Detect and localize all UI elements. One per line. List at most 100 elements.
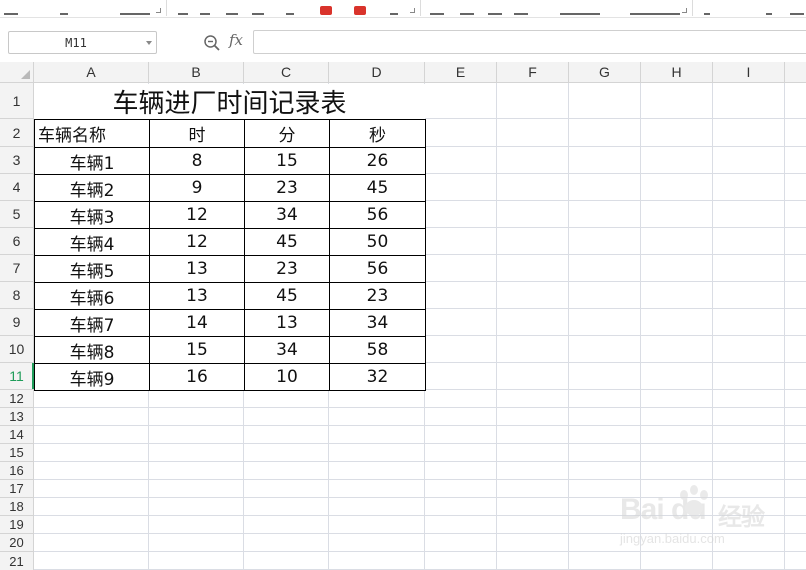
cell-second[interactable]: 32 <box>329 363 426 391</box>
header-cell-minute[interactable]: 分 <box>244 119 330 148</box>
row-header[interactable]: 6 <box>0 228 34 255</box>
row-header[interactable]: 4 <box>0 174 34 201</box>
row-header[interactable]: 15 <box>0 444 34 462</box>
formula-input[interactable] <box>253 30 806 54</box>
ribbon-control[interactable] <box>430 13 444 15</box>
row-header[interactable]: 9 <box>0 309 34 336</box>
select-all-corner[interactable] <box>0 62 34 83</box>
row-header[interactable]: 12 <box>0 390 34 408</box>
row-header[interactable]: 20 <box>0 534 34 552</box>
cell-hour[interactable]: 8 <box>149 147 245 175</box>
cell-minute[interactable]: 13 <box>244 309 330 337</box>
header-cell-second[interactable]: 秒 <box>329 119 426 148</box>
ribbon-control[interactable] <box>514 13 528 15</box>
ribbon-control[interactable] <box>460 13 474 15</box>
cell-second[interactable]: 23 <box>329 282 426 310</box>
ribbon-group-launcher-icon[interactable] <box>682 8 687 13</box>
ribbon-control[interactable] <box>200 13 210 15</box>
cell-hour[interactable]: 14 <box>149 309 245 337</box>
row-header[interactable]: 3 <box>0 147 34 174</box>
row-header[interactable]: 19 <box>0 516 34 534</box>
column-header-g[interactable]: G <box>569 62 641 83</box>
cell-minute[interactable]: 23 <box>244 174 330 202</box>
cell-second[interactable]: 58 <box>329 336 426 364</box>
column-header-i[interactable]: I <box>713 62 785 83</box>
column-header-a[interactable]: A <box>34 62 149 83</box>
row-header[interactable]: 7 <box>0 255 34 282</box>
cell-second[interactable]: 34 <box>329 309 426 337</box>
ribbon-control[interactable] <box>60 13 68 15</box>
fill-color-icon[interactable] <box>354 6 366 15</box>
cell-vehicle-name[interactable]: 车辆2 <box>34 174 150 202</box>
ribbon-control[interactable] <box>226 13 238 15</box>
row-header[interactable]: 16 <box>0 462 34 480</box>
cell-second[interactable]: 26 <box>329 147 426 175</box>
cell-hour[interactable]: 15 <box>149 336 245 364</box>
column-header-f[interactable]: F <box>497 62 569 83</box>
ribbon-control[interactable] <box>488 13 502 15</box>
cell-vehicle-name[interactable]: 车辆5 <box>34 255 150 283</box>
ribbon-group-launcher-icon[interactable] <box>410 8 415 13</box>
cell-hour[interactable]: 12 <box>149 201 245 229</box>
ribbon-control[interactable] <box>390 13 398 15</box>
cell-vehicle-name[interactable]: 车辆3 <box>34 201 150 229</box>
cell-minute[interactable]: 45 <box>244 282 330 310</box>
row-header[interactable]: 1 <box>0 83 34 119</box>
cell-hour[interactable]: 9 <box>149 174 245 202</box>
row-header[interactable]: 2 <box>0 119 34 147</box>
cell-second[interactable]: 56 <box>329 255 426 283</box>
cell-minute[interactable]: 34 <box>244 336 330 364</box>
sheet-title-cell[interactable]: 车辆进厂时间记录表 <box>34 84 425 119</box>
cell-minute[interactable]: 10 <box>244 363 330 391</box>
zoom-icon[interactable] <box>203 34 221 52</box>
ribbon-control[interactable] <box>790 13 804 15</box>
cell-hour[interactable]: 16 <box>149 363 245 391</box>
row-header-active[interactable]: 11 <box>0 363 34 390</box>
chevron-down-icon[interactable] <box>146 41 152 45</box>
ribbon-control[interactable] <box>252 13 264 15</box>
fx-icon[interactable]: fx <box>229 31 243 49</box>
font-color-icon[interactable] <box>320 6 332 15</box>
header-cell-vehicle-name[interactable]: 车辆名称 <box>34 119 150 148</box>
cell-second[interactable]: 56 <box>329 201 426 229</box>
cell-second[interactable]: 50 <box>329 228 426 256</box>
column-header-e[interactable]: E <box>425 62 497 83</box>
cell-vehicle-name[interactable]: 车辆1 <box>34 147 150 175</box>
header-cell-hour[interactable]: 时 <box>149 119 245 148</box>
ribbon-control[interactable] <box>560 13 600 15</box>
column-header-b[interactable]: B <box>149 62 244 83</box>
cell-minute[interactable]: 34 <box>244 201 330 229</box>
cell-minute[interactable]: 45 <box>244 228 330 256</box>
ribbon-control[interactable] <box>178 13 188 15</box>
ribbon-control[interactable] <box>704 13 710 15</box>
row-header[interactable]: 14 <box>0 426 34 444</box>
cell-vehicle-name[interactable]: 车辆9 <box>34 363 150 391</box>
row-header[interactable]: 17 <box>0 480 34 498</box>
row-header[interactable]: 10 <box>0 336 34 363</box>
ribbon-control[interactable] <box>4 13 18 15</box>
ribbon-control[interactable] <box>120 13 150 15</box>
name-box[interactable]: M11 <box>8 31 157 54</box>
cell-vehicle-name[interactable]: 车辆6 <box>34 282 150 310</box>
cell-second[interactable]: 45 <box>329 174 426 202</box>
row-header[interactable]: 5 <box>0 201 34 228</box>
ribbon-control[interactable] <box>630 13 680 15</box>
row-header[interactable]: 13 <box>0 408 34 426</box>
column-header-c[interactable]: C <box>244 62 329 83</box>
cell-vehicle-name[interactable]: 车辆4 <box>34 228 150 256</box>
cell-vehicle-name[interactable]: 车辆8 <box>34 336 150 364</box>
cell-minute[interactable]: 23 <box>244 255 330 283</box>
cell-hour[interactable]: 12 <box>149 228 245 256</box>
spreadsheet-grid[interactable]: A B C D E F G H I 1 2 3 4 5 6 7 8 9 10 1… <box>0 62 806 570</box>
column-header-d[interactable]: D <box>329 62 425 83</box>
cell-vehicle-name[interactable]: 车辆7 <box>34 309 150 337</box>
ribbon-control[interactable] <box>766 13 772 15</box>
column-header-j[interactable] <box>785 62 806 83</box>
row-header[interactable]: 21 <box>0 552 34 570</box>
row-header[interactable]: 8 <box>0 282 34 309</box>
ribbon-group-launcher-icon[interactable] <box>156 8 161 13</box>
ribbon-control[interactable] <box>286 13 294 15</box>
cell-hour[interactable]: 13 <box>149 255 245 283</box>
cell-hour[interactable]: 13 <box>149 282 245 310</box>
column-header-h[interactable]: H <box>641 62 713 83</box>
